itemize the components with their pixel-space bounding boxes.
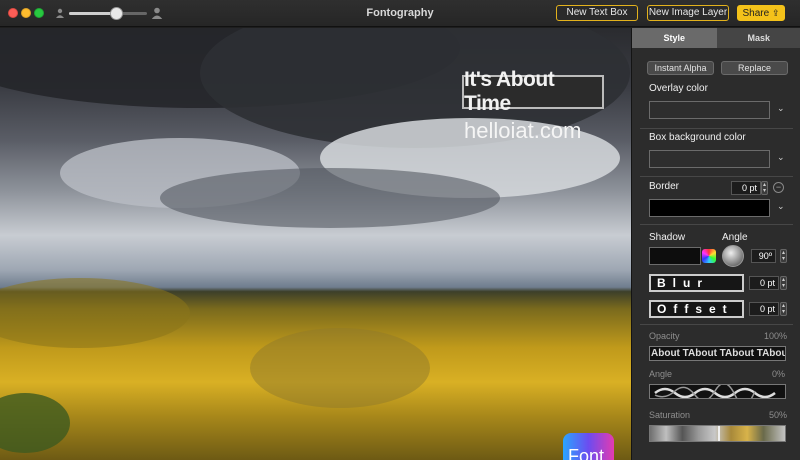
grass-patch — [250, 328, 430, 408]
angle-slider-value: 0% — [772, 369, 786, 379]
tab-style[interactable]: Style — [632, 28, 717, 48]
saturation-value: 50% — [769, 410, 788, 420]
chevron-down-icon[interactable]: ⌄ — [777, 201, 785, 212]
angle-label: Angle — [722, 232, 748, 243]
shadow-label: Shadow — [649, 232, 686, 243]
share-label: Share — [742, 8, 770, 19]
blur-preview: Blur — [649, 274, 744, 292]
shadow-color-field[interactable] — [649, 247, 701, 265]
saturation-slider-thumb[interactable] — [718, 426, 720, 441]
new-text-box-button[interactable]: New Text Box — [556, 5, 638, 21]
panel-tabs: Style Mask — [632, 28, 800, 48]
border-label: Border — [649, 181, 680, 192]
shadow-angle-stepper[interactable]: ▴ ▾ — [780, 249, 787, 263]
offset-input[interactable]: 0 pt — [749, 302, 779, 316]
box-background-color-field[interactable] — [649, 150, 770, 168]
share-icon: ⇪ — [771, 8, 780, 18]
shadow-angle-dial[interactable] — [722, 245, 744, 267]
shadow-angle-input[interactable]: 90º — [751, 249, 776, 263]
share-button[interactable]: Share ⇪ — [737, 5, 785, 21]
blur-input[interactable]: 0 pt — [749, 276, 779, 290]
divider — [640, 324, 793, 325]
opacity-label: Opacity — [649, 331, 680, 341]
remove-border-icon[interactable]: − — [773, 182, 784, 193]
overlay-color-field[interactable] — [649, 101, 770, 119]
tab-mask[interactable]: Mask — [716, 28, 800, 48]
box-background-color-label: Box background color — [649, 132, 746, 143]
watermark-url[interactable]: helloiat.com — [464, 118, 581, 144]
opacity-preview-text: About TAbout TAbout TAbout T — [651, 348, 786, 359]
app-badge-text: Font — [568, 446, 605, 460]
opacity-slider[interactable]: About TAbout TAbout TAbout T — [649, 346, 786, 361]
chevron-down-icon[interactable]: ⌄ — [777, 152, 785, 163]
offset-stepper[interactable]: ▴ ▾ — [780, 302, 787, 316]
blur-stepper[interactable]: ▴ ▾ — [780, 276, 787, 290]
divider — [640, 224, 793, 225]
offset-preview: Offset — [649, 300, 744, 318]
replace-button[interactable]: Replace — [721, 61, 788, 75]
color-wheel-icon[interactable] — [702, 249, 716, 263]
title-bar: Fontography New Text Box New Image Layer… — [0, 0, 800, 27]
saturation-label: Saturation — [649, 410, 691, 420]
divider — [640, 176, 793, 177]
overlay-color-label: Overlay color — [649, 83, 708, 94]
border-width-stepper[interactable]: ▴ ▾ — [761, 181, 768, 195]
divider — [640, 128, 793, 129]
angle-slider-label: Angle — [649, 369, 673, 379]
image-canvas[interactable]: It's About Time helloiat.com Font — [0, 28, 631, 460]
angle-slider[interactable] — [649, 384, 786, 399]
instant-alpha-button[interactable]: Instant Alpha — [647, 61, 714, 75]
grass-patch — [0, 278, 190, 348]
angle-preview-graphic — [654, 385, 776, 398]
border-width-input[interactable]: 0 pt — [731, 181, 761, 195]
inspector-panel: Style Mask Instant Alpha Replace Overlay… — [631, 28, 800, 460]
opacity-value: 100% — [764, 331, 788, 341]
border-color-field[interactable] — [649, 199, 770, 217]
chevron-down-icon[interactable]: ⌄ — [777, 103, 785, 114]
cloud — [160, 168, 500, 228]
fontography-app-icon: Font — [563, 433, 614, 460]
watermark-logo[interactable]: It's About Time — [462, 68, 604, 115]
saturation-slider[interactable] — [649, 425, 786, 442]
bush — [0, 393, 70, 453]
new-image-layer-button[interactable]: New Image Layer — [647, 5, 729, 21]
